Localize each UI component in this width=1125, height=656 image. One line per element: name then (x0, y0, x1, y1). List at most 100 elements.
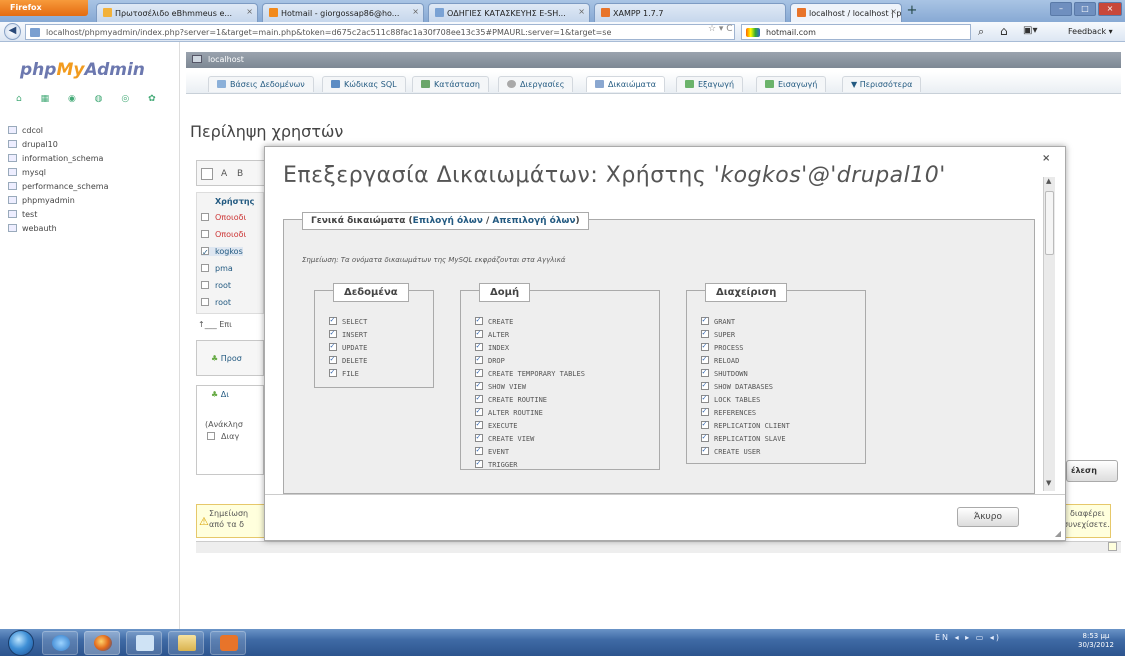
privilege-checkbox[interactable] (475, 315, 483, 325)
privilege-checkbox[interactable] (475, 458, 483, 468)
row-checkbox[interactable] (201, 264, 209, 272)
row-checkbox[interactable] (201, 213, 209, 221)
privilege-option[interactable]: EXECUTE (475, 419, 518, 430)
privilege-option[interactable]: CREATE TEMPORARY TABLES (475, 367, 585, 378)
taskbar-app-notepad[interactable] (126, 631, 162, 655)
database-item[interactable]: information_schema (8, 154, 103, 163)
add-user-link[interactable]: ♣ Προσ (211, 354, 242, 363)
privilege-option[interactable]: SHUTDOWN (701, 367, 748, 378)
filter-checkbox[interactable] (201, 168, 213, 180)
phpmyadmin-logo[interactable]: phpMyAdmin (20, 60, 145, 80)
database-item[interactable]: phpmyadmin (8, 196, 75, 205)
scroll-up-icon[interactable]: ▲ (1046, 177, 1051, 185)
privilege-checkbox[interactable] (701, 406, 709, 416)
privilege-checkbox[interactable] (701, 393, 709, 403)
browser-tab-active[interactable]: localhost / localhost | phpM...× (790, 3, 902, 22)
privilege-option[interactable]: EVENT (475, 445, 509, 456)
drop-db-checkbox[interactable] (207, 432, 215, 440)
privilege-option[interactable]: CREATE VIEW (475, 432, 534, 443)
remove-users-tab[interactable]: ♣ Δι (211, 390, 229, 399)
tab-close-icon[interactable]: × (412, 7, 419, 16)
privilege-option[interactable]: PROCESS (701, 341, 744, 352)
privilege-option[interactable]: ALTER ROUTINE (475, 406, 543, 417)
table-row[interactable]: root (201, 281, 231, 290)
privilege-checkbox[interactable] (329, 354, 337, 364)
tab-import[interactable]: Εισαγωγή (756, 76, 827, 92)
search-icon[interactable]: ⌕ (978, 25, 984, 39)
privilege-checkbox[interactable] (475, 445, 483, 455)
privilege-option[interactable]: LOCK TABLES (701, 393, 760, 404)
privilege-checkbox[interactable] (475, 406, 483, 416)
privilege-checkbox[interactable] (329, 315, 337, 325)
privilege-option[interactable]: SUPER (701, 328, 735, 339)
privilege-option[interactable]: INSERT (329, 328, 367, 339)
privilege-option[interactable]: INDEX (475, 341, 509, 352)
server-label[interactable]: localhost (208, 55, 244, 64)
tab-sql[interactable]: Κώδικας SQL (322, 76, 406, 92)
privilege-checkbox[interactable] (329, 328, 337, 338)
browser-tab[interactable]: ΟΔΗΓΙΕΣ ΚΑΤΑΣΚΕΥΗΣ E-SH... × (428, 3, 590, 22)
start-button-icon[interactable] (8, 630, 34, 656)
privilege-checkbox[interactable] (701, 354, 709, 364)
privilege-checkbox[interactable] (475, 328, 483, 338)
privilege-option[interactable]: SHOW VIEW (475, 380, 526, 391)
search-input[interactable]: hotmail.com (741, 24, 971, 40)
table-row[interactable]: pma (201, 264, 233, 273)
home-icon[interactable]: ⌂ (1000, 24, 1008, 38)
tab-more[interactable]: ▼ Περισσότερα (842, 76, 922, 92)
privilege-option[interactable]: TRIGGER (475, 458, 518, 469)
tab-privileges[interactable]: Δικαιώματα (586, 76, 666, 92)
go-button[interactable]: έλεση (1066, 460, 1118, 482)
privilege-option[interactable]: SHOW DATABASES (701, 380, 773, 391)
row-checkbox[interactable] (201, 281, 209, 289)
select-all-link[interactable]: Επιλογή όλων (413, 216, 483, 226)
privilege-option[interactable]: REFERENCES (701, 406, 756, 417)
taskbar-app-firefox[interactable] (84, 631, 120, 655)
left-pane-toolbar-icons[interactable]: ⌂ ▦ ◉ ◍ ◎ ✿ (16, 94, 164, 104)
deselect-all-link[interactable]: Απεπιλογή όλων (492, 216, 575, 226)
database-item[interactable]: mysql (8, 168, 46, 177)
privilege-checkbox[interactable] (475, 341, 483, 351)
privilege-checkbox[interactable] (329, 367, 337, 377)
database-item[interactable]: webauth (8, 224, 57, 233)
privilege-option[interactable]: ALTER (475, 328, 509, 339)
browser-tab[interactable]: Πρωτοσέλιδο eΒhmmeus e... × (96, 3, 258, 22)
taskbar-app-xampp[interactable] (210, 631, 246, 655)
taskbar-app-explorer[interactable] (168, 631, 204, 655)
database-item[interactable]: drupal10 (8, 140, 58, 149)
scroll-down-icon[interactable]: ▼ (1046, 479, 1051, 487)
back-arrow-icon[interactable]: ◀ (4, 23, 21, 40)
privilege-checkbox[interactable] (475, 432, 483, 442)
privilege-checkbox[interactable] (475, 367, 483, 377)
privilege-option[interactable]: GRANT (701, 315, 735, 326)
table-row[interactable]: root (201, 298, 231, 307)
privilege-option[interactable]: REPLICATION SLAVE (701, 432, 786, 443)
maximize-icon[interactable]: □ (1074, 2, 1096, 16)
tab-close-icon[interactable]: × (246, 7, 253, 16)
privilege-checkbox[interactable] (701, 419, 709, 429)
privilege-checkbox[interactable] (701, 367, 709, 377)
privilege-option[interactable]: REPLICATION CLIENT (701, 419, 790, 430)
bookmarks-icon[interactable]: ▣▾ (1023, 25, 1037, 36)
window-close-icon[interactable]: × (1098, 2, 1122, 16)
row-checkbox[interactable] (201, 230, 209, 238)
language-indicator[interactable]: EN (935, 633, 950, 642)
feedback-button[interactable]: Feedback ▾ (1068, 27, 1113, 36)
privilege-option[interactable]: DROP (475, 354, 505, 365)
cancel-button[interactable]: Άκυρο (957, 507, 1019, 527)
browser-tab[interactable]: XAMPP 1.7.7 (594, 3, 786, 22)
privilege-checkbox[interactable] (701, 328, 709, 338)
privilege-option[interactable]: FILE (329, 367, 359, 378)
table-row[interactable]: Οποιοδι (201, 213, 246, 222)
privilege-checkbox[interactable] (701, 315, 709, 325)
tab-close-icon[interactable]: × (890, 7, 897, 16)
alpha-filter-a[interactable]: A (221, 169, 227, 179)
database-item[interactable]: cdcol (8, 126, 43, 135)
privilege-checkbox[interactable] (475, 419, 483, 429)
privilege-option[interactable]: UPDATE (329, 341, 367, 352)
privilege-option[interactable]: CREATE USER (701, 445, 760, 456)
privilege-checkbox[interactable] (475, 354, 483, 364)
drop-db-option[interactable]: Διαγ (207, 432, 239, 441)
privilege-option[interactable]: CREATE (475, 315, 513, 326)
resize-grip-icon[interactable]: ◢ (1055, 529, 1061, 538)
